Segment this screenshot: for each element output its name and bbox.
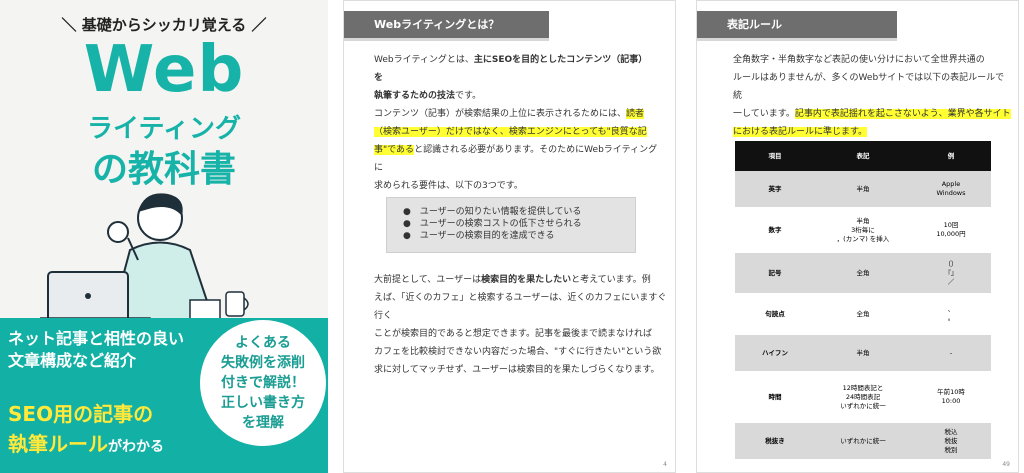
table-row: 数字 半角 3桁毎に ，(カンマ) を挿入 10回 10,000円 bbox=[735, 207, 991, 253]
badge-line1: よくある bbox=[235, 335, 291, 351]
table-cell: 午前10時 10:00 bbox=[937, 388, 965, 405]
p1-l3: 一しています。 bbox=[733, 109, 795, 119]
header-cell: 項目 bbox=[768, 151, 782, 160]
table-cell: 数字 bbox=[768, 225, 782, 234]
paragraph-3: 大前提として、ユーザーは検索目的を果たしたいと考えています。例 えば、「近くのカ… bbox=[374, 271, 674, 379]
page-number: 4 bbox=[663, 461, 667, 468]
table-cell: 記号 bbox=[768, 268, 782, 277]
cover-tagline: ＼ 基礎からシッカリ覚える ／ bbox=[61, 16, 267, 34]
paragraph-1: 全角数字・半角数字など表記の使い分けにおいて全世界共通の ルールはありませんが、… bbox=[733, 51, 1013, 141]
p2-c: 求められる要件は、以下の3つです。 bbox=[374, 181, 523, 191]
p3-l4: カフェを比較検討できない内容だった場合、"すぐに行きたい"という欲 bbox=[374, 347, 662, 357]
requirements-box: ● ユーザーの知りたい情報を提供している ● ユーザーの検索コストの低下させられ… bbox=[386, 197, 636, 253]
table-cell: 時間 bbox=[768, 392, 782, 401]
paragraph-2: コンテンツ（記事）が検索結果の上位に表示されるためには、読者 （検索ユーザー）だ… bbox=[374, 105, 664, 195]
table-row: 税抜き いずれかに統一 税込 税抜 税別 bbox=[735, 423, 991, 459]
badge-line3: 付きで解説！ bbox=[221, 375, 305, 391]
p2-a: コンテンツ（記事）が検索結果の上位に表示されるためには、 bbox=[374, 109, 627, 119]
table-cell: Apple Windows bbox=[936, 180, 966, 197]
p2-highlight-3: 事"である bbox=[374, 145, 415, 155]
table-cell: - bbox=[949, 348, 953, 357]
bullet-item: ● ユーザーの知りたい情報を提供している bbox=[403, 207, 582, 217]
page-heading: Webライティングとは？ bbox=[344, 11, 549, 41]
header-cell: 表記 bbox=[856, 151, 870, 160]
table-cell: 全角 bbox=[856, 268, 870, 277]
page-number: 49 bbox=[1002, 461, 1010, 468]
table-row: 時間 12時間表記と 24時間表記 いずれかに統一 午前10時 10:00 bbox=[735, 371, 991, 423]
cover-subtitle: ネット記事と相性の良い 文章構成など紹介 bbox=[8, 328, 184, 372]
table-cell: 英字 bbox=[768, 184, 782, 193]
cover-subtitle-line2: 文章構成など紹介 bbox=[8, 351, 137, 370]
table-cell: 10回 10,000円 bbox=[936, 221, 966, 238]
header-cell: 例 bbox=[947, 151, 955, 160]
table-cell: いずれかに統一 bbox=[840, 436, 886, 445]
cover-seo-line2-small: がわかる bbox=[108, 439, 164, 455]
notation-rules-table: 項目 表記 例 英字 半角 Apple Windows 数字 半角 3桁毎に ，(カンマ… bbox=[735, 141, 991, 459]
p1-c: 執筆するための技法 bbox=[374, 91, 456, 101]
man-with-laptop-illustration bbox=[40, 193, 249, 325]
p1-highlight-1: 記事内で表記揺れを起こさないよう、業界や各サイト bbox=[794, 109, 1011, 119]
cover-badge: よくある 失敗例を添削 付きで解説！ 正しい書き方 を理解 bbox=[200, 320, 326, 446]
table-row: 記号 全角 （） 『』 ／ bbox=[735, 253, 991, 293]
table-cell: 税込 税抜 税別 bbox=[944, 427, 958, 454]
paragraph-1: Webライティングとは、主にSEOを目的としたコンテンツ（記事）を 執筆するため… bbox=[374, 51, 654, 105]
p3-l1c: と考えています。例 bbox=[571, 275, 651, 285]
book-cover: ＼ 基礎からシッカリ覚える ／ Web ライティング の教科書 ネット記事と相性… bbox=[0, 0, 328, 473]
badge-line2: 失敗例を添削 bbox=[221, 355, 305, 371]
table-cell: 税抜き bbox=[765, 436, 785, 445]
p1-highlight-2: における表記ルールに準じます。 bbox=[733, 127, 868, 137]
cover-subtitle-line1: ネット記事と相性の良い bbox=[8, 329, 185, 348]
table-cell: 12時間表記と 24時間表記 いずれかに統一 bbox=[840, 383, 886, 410]
p1-d: です。 bbox=[455, 91, 482, 101]
p3-l3: ことが検索目的であると想定できます。記事を最後まで読まなければ bbox=[374, 329, 653, 339]
bullet-item: ● ユーザーの検索目的を達成できる bbox=[403, 231, 555, 241]
p3-l1b: 検索目的を果たしたい bbox=[481, 275, 572, 285]
table-row: 句読点 全角 、 。 bbox=[735, 293, 991, 335]
table-row: ハイフン 半角 - bbox=[735, 335, 991, 371]
p3-l5: 求に対してマッチせず、ユーザーは検索目的を果たしづらくなります。 bbox=[374, 365, 660, 375]
p2-highlight-2: （検索ユーザー）だけではなく、検索エンジンにとっても"良質な記 bbox=[374, 127, 647, 137]
table-row: 英字 半角 Apple Windows bbox=[735, 171, 991, 207]
p3-l1a: 大前提として、ユーザーは bbox=[374, 275, 482, 285]
cover-seo-line1: SEO用の記事の bbox=[8, 402, 154, 426]
sample-page-49: 表記ルール 全角数字・半角数字など表記の使い分けにおいて全世界共通の ルールはあ… bbox=[696, 0, 1019, 473]
cover-seo-line2: 執筆ルールがわかる bbox=[8, 428, 164, 457]
p1-l1: 全角数字・半角数字など表記の使い分けにおいて全世界共通の bbox=[733, 55, 985, 65]
p2-highlight-1: 読者 bbox=[626, 109, 645, 119]
p1-a: Webライティングとは、 bbox=[374, 55, 474, 65]
table-header-row: 項目 表記 例 bbox=[735, 141, 991, 171]
sample-page-4: Webライティングとは？ Webライティングとは、主にSEOを目的としたコンテン… bbox=[343, 0, 676, 473]
p3-l2: えば、「近くのカフェ」と検索するユーザーは、近くのカフェにいますぐ行く bbox=[374, 293, 667, 321]
table-cell: 全角 bbox=[856, 309, 870, 318]
page-heading: 表記ルール bbox=[697, 11, 897, 41]
table-cell: 句読点 bbox=[765, 309, 785, 318]
table-cell: ハイフン bbox=[762, 348, 788, 357]
p2-b: と認識される必要があります。そのためにWebライティングに bbox=[374, 145, 658, 173]
badge-line5: を理解 bbox=[242, 415, 284, 431]
table-cell: （） 『』 ／ bbox=[944, 259, 958, 286]
cover-title-web: Web bbox=[83, 33, 245, 107]
table-cell: 半角 bbox=[856, 184, 870, 193]
p1-l2: ルールはありませんが、多くのWebサイトでは以下の表記ルールで統 bbox=[733, 73, 1005, 101]
cover-seo-line2-main: 執筆ルール bbox=[8, 432, 108, 456]
table-body: 英字 半角 Apple Windows 数字 半角 3桁毎に ，(カンマ) を挿入 10回… bbox=[735, 171, 991, 459]
table-cell: 半角 3桁毎に ，(カンマ) を挿入 bbox=[836, 216, 890, 243]
table-cell: 、 。 bbox=[947, 305, 955, 322]
bullet-item: ● ユーザーの検索コストの低下させられる bbox=[403, 219, 582, 229]
table-cell: 半角 bbox=[856, 348, 870, 357]
badge-line4: 正しい書き方 bbox=[221, 395, 305, 411]
